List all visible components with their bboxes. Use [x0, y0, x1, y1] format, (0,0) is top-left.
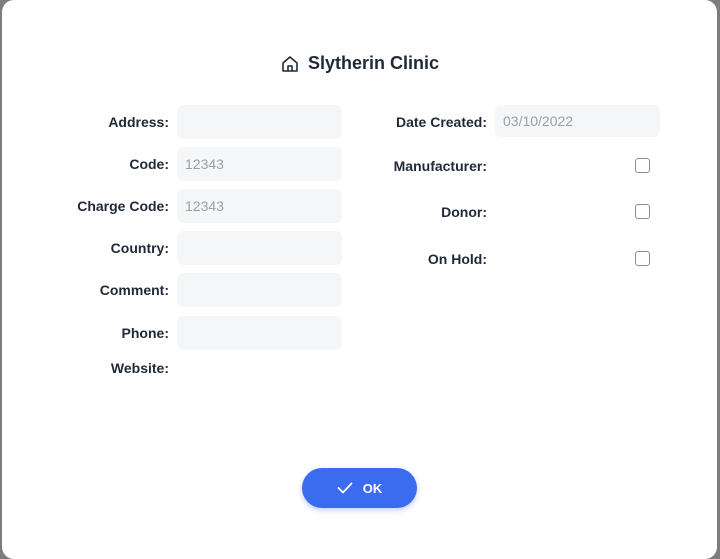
on-hold-label: On Hold: — [427, 251, 487, 267]
dialog-title: Slytherin Clinic — [307, 53, 440, 73]
website-label: Website: — [110, 360, 169, 376]
comment-field[interactable] — [177, 273, 342, 307]
date-created-label: Date Created: — [395, 114, 487, 130]
country-label: Country: — [110, 240, 169, 256]
charge-code-label: Charge Code: — [77, 198, 169, 214]
checkmark-icon — [337, 482, 353, 494]
comment-label: Comment: — [99, 282, 169, 298]
code-field[interactable]: 12343 — [177, 147, 342, 181]
ok-button[interactable]: OK — [302, 468, 417, 508]
donor-label: Donor: — [441, 204, 487, 220]
phone-field[interactable] — [177, 316, 342, 350]
code-label: Code: — [129, 156, 169, 172]
home-icon — [280, 54, 300, 74]
date-created-field: 03/10/2022 — [495, 105, 660, 137]
donor-checkbox[interactable] — [635, 204, 650, 219]
manufacturer-checkbox[interactable] — [635, 158, 650, 173]
clinic-details-dialog: Slytherin Clinic Address: Code: 12343 Ch… — [2, 0, 717, 559]
website-value — [177, 360, 178, 361]
dialog-header: Slytherin Clinic — [2, 53, 717, 74]
charge-code-field[interactable]: 12343 — [177, 189, 342, 223]
on-hold-checkbox[interactable] — [635, 251, 650, 266]
address-label: Address: — [108, 114, 169, 130]
manufacturer-label: Manufacturer: — [393, 158, 487, 174]
ok-button-label: OK — [362, 480, 383, 496]
phone-label: Phone: — [121, 325, 169, 341]
address-field[interactable] — [177, 105, 342, 139]
country-field[interactable] — [177, 231, 342, 265]
